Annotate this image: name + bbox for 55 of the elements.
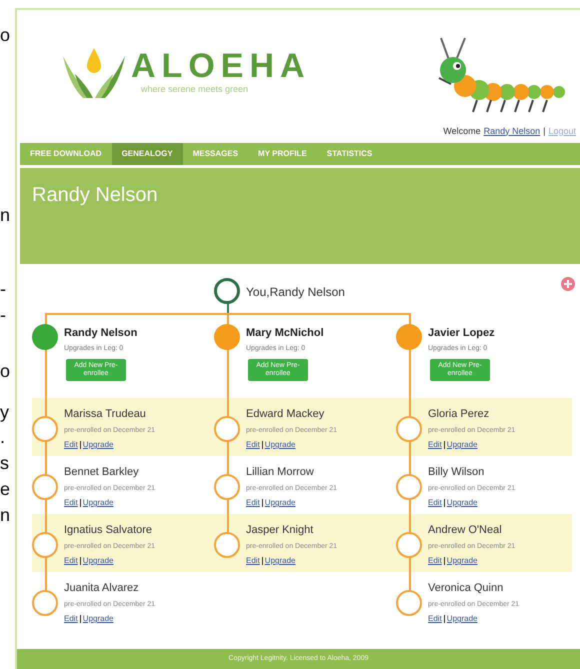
text-fragment: e: [0, 480, 10, 498]
upgrade-link[interactable]: Upgrade: [446, 613, 478, 625]
edit-link[interactable]: Edit: [246, 497, 260, 509]
edit-link[interactable]: Edit: [64, 497, 78, 509]
edit-link[interactable]: Edit: [428, 613, 442, 625]
text-fragment: s: [0, 454, 9, 472]
member-name: Ignatius Salvatore: [64, 523, 152, 538]
member-name: Andrew O'Neal: [428, 523, 502, 538]
upgrade-link[interactable]: Upgrade: [264, 555, 296, 567]
text-fragment: y: [0, 403, 9, 421]
tagline: where serene meets green: [141, 83, 250, 96]
edit-link[interactable]: Edit: [246, 555, 260, 567]
upgrade-link[interactable]: Upgrade: [82, 439, 114, 451]
text-fragment: n: [0, 506, 10, 524]
edit-link[interactable]: Edit: [64, 439, 78, 451]
edit-link[interactable]: Edit: [428, 555, 442, 567]
upgrade-link[interactable]: Upgrade: [82, 497, 114, 509]
member-name: Jasper Knight: [246, 523, 314, 538]
text-fragment: -: [0, 280, 6, 298]
edit-link[interactable]: Edit: [428, 497, 442, 509]
leg-name: Randy Nelson: [64, 326, 138, 341]
member-name: Juanita Alvarez: [64, 581, 139, 596]
text-fragment: o: [0, 26, 10, 44]
logo-wordmark: ALOEHA: [131, 49, 311, 84]
edit-link[interactable]: Edit: [64, 555, 78, 567]
root-name: You,Randy Nelson: [246, 284, 345, 301]
text-fragment: -: [0, 306, 6, 324]
member-name: Billy Wilson: [428, 465, 484, 480]
upgrade-link[interactable]: Upgrade: [446, 439, 478, 451]
edit-link[interactable]: Edit: [64, 613, 78, 625]
upgrade-link[interactable]: Upgrade: [82, 613, 114, 625]
text-fragment: .: [0, 428, 6, 446]
member-name: Veronica Quinn: [428, 581, 504, 596]
member-name: Edward Mackey: [246, 407, 324, 422]
user-link[interactable]: Randy Nelson: [484, 124, 540, 138]
leaf-logo-icon: [61, 46, 127, 100]
member-name: Bennet Barkley: [64, 465, 139, 480]
edit-link[interactable]: Edit: [246, 439, 260, 451]
text-fragment: n: [0, 206, 10, 224]
upgrade-link[interactable]: Upgrade: [446, 555, 478, 567]
upgrade-link[interactable]: Upgrade: [446, 497, 478, 509]
upgrade-link[interactable]: Upgrade: [264, 439, 296, 451]
upgrade-link[interactable]: Upgrade: [82, 555, 114, 567]
member-name: Gloria Perez: [428, 407, 490, 422]
member-name: Lillian Morrow: [246, 465, 314, 480]
edit-link[interactable]: Edit: [428, 439, 442, 451]
text-fragment: o: [0, 362, 10, 380]
leg-name: Javier Lopez: [428, 326, 495, 341]
leg-name: Mary McNichol: [246, 326, 324, 341]
nav-tab[interactable]: GENEALOGY: [112, 143, 183, 165]
member-name: Marissa Trudeau: [64, 407, 146, 422]
welcome-text: Welcome: [443, 124, 481, 138]
upgrade-link[interactable]: Upgrade: [264, 497, 296, 509]
separator: |: [543, 124, 546, 138]
page-title: Randy Nelson: [32, 183, 159, 208]
